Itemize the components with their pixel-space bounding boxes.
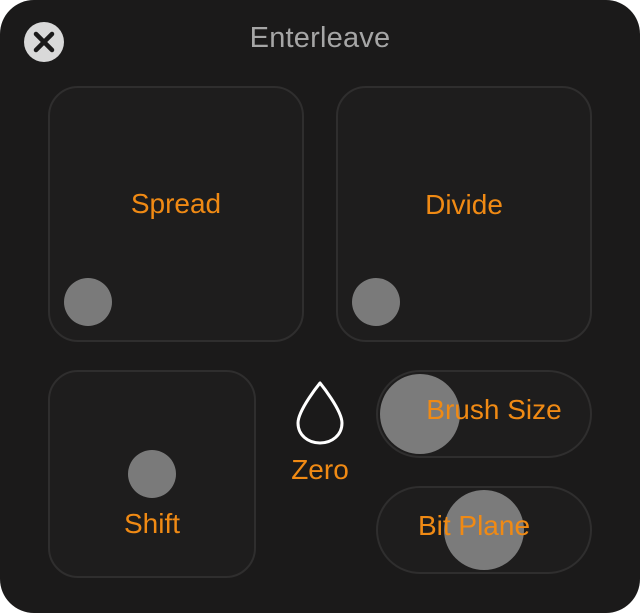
- bit-plane-label: Bit Plane: [417, 510, 531, 541]
- brush-size-label: Brush Size: [426, 394, 562, 425]
- spread-label: Spread: [130, 188, 222, 219]
- divide-label: Divide: [425, 189, 503, 220]
- shift-knob[interactable]: [128, 450, 176, 498]
- window-title: Enterleave: [249, 22, 391, 54]
- drop-icon: [296, 381, 344, 445]
- divide-knob[interactable]: [352, 278, 400, 326]
- spread-pad[interactable]: Spread: [48, 86, 304, 342]
- zero-button[interactable]: Zero: [272, 380, 368, 490]
- shift-label: Shift: [123, 508, 181, 539]
- brush-size-slider[interactable]: Brush Size: [376, 370, 592, 458]
- zero-label: Zero: [291, 454, 349, 485]
- enterleave-panel: Enterleave Spread Divide Shift Zero Brus…: [0, 0, 640, 613]
- divide-pad[interactable]: Divide: [336, 86, 592, 342]
- bit-plane-slider[interactable]: Bit Plane: [376, 486, 592, 574]
- spread-knob[interactable]: [64, 278, 112, 326]
- shift-pad[interactable]: Shift: [48, 370, 256, 578]
